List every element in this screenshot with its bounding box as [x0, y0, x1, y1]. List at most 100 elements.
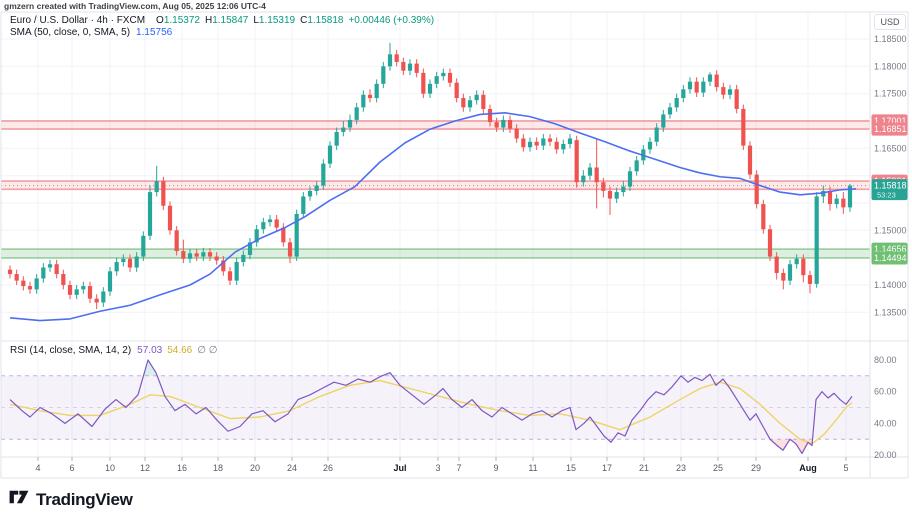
candle-body: [41, 267, 46, 279]
candle-body: [794, 258, 799, 265]
candle-body: [481, 94, 486, 109]
candle-body: [381, 66, 386, 84]
candle-body: [687, 81, 693, 90]
candle-body: [594, 167, 599, 183]
candle-body: [801, 258, 806, 276]
price-level-badge-text: 1.16851: [874, 124, 907, 134]
candle-body: [494, 122, 499, 128]
time-axis-label: 18: [213, 463, 223, 473]
tradingview-logo-icon: [8, 487, 30, 512]
candle-body: [147, 192, 153, 236]
candle-body: [341, 127, 346, 132]
candle-body: [634, 160, 639, 172]
candle-body: [441, 72, 446, 77]
price-axis-label: 1.14000: [874, 280, 907, 290]
candle-body: [241, 254, 246, 263]
low-value: 1.15319: [258, 15, 296, 26]
open-label: O: [156, 15, 164, 26]
candle-body: [267, 219, 273, 223]
candle-body: [287, 242, 293, 257]
candle-body: [561, 143, 566, 150]
candle-body: [727, 89, 733, 95]
time-axis-label: 21: [639, 463, 649, 473]
candle-body: [607, 190, 613, 199]
candle-body: [94, 298, 99, 303]
rsi-axis-label: 60.00: [874, 387, 897, 397]
candle-body: [554, 141, 559, 150]
rsi-hidden-values: ∅ ∅: [197, 345, 218, 356]
candle-body: [154, 181, 159, 193]
candle-body: [107, 271, 113, 292]
candle-body: [394, 54, 399, 62]
candle-body: [194, 253, 199, 257]
candle-body: [534, 141, 539, 146]
candle-body: [674, 98, 679, 108]
time-axis-label: 24: [287, 463, 297, 473]
time-axis-label: Aug: [799, 463, 817, 473]
time-axis[interactable]: 4 6 10 12 16 18 20 24 26 Jul 3 7 9 11 15 17 21 23 25 29 Aug 5: [35, 457, 849, 473]
candle-body: [161, 181, 166, 206]
time-axis-label: 29: [751, 463, 761, 473]
candle-body: [501, 119, 506, 128]
symbol-legend[interactable]: Euro / U.S. Dollar · 4h · FXCM O1.15372 H1…: [10, 15, 434, 26]
candle-body: [34, 278, 39, 290]
candle-body: [27, 286, 33, 290]
candle-body: [174, 230, 179, 252]
candle-body: [761, 204, 766, 230]
time-axis-label: 15: [566, 463, 576, 473]
candle-body: [127, 258, 133, 268]
candle-body: [807, 275, 813, 284]
supply-zone[interactable]: [1, 181, 870, 190]
candle-body: [567, 138, 573, 144]
candle-body: [214, 256, 219, 261]
candle-body: [367, 94, 373, 99]
candle-body: [407, 63, 413, 71]
time-axis-label: 10: [105, 463, 115, 473]
time-axis-label: 17: [602, 463, 612, 473]
high-value: 1.15847: [212, 15, 249, 26]
demand-zone[interactable]: [1, 249, 870, 258]
candle-body: [361, 94, 366, 108]
candle-body: [527, 141, 533, 148]
candle-body: [101, 291, 106, 303]
candle-body: [767, 229, 773, 257]
candle-body: [21, 280, 26, 287]
sma50-line: [9, 112, 857, 322]
chart-canvas[interactable]: 1.18500 1.18000 1.17500 1.16500 1.15000 1.140…: [0, 0, 912, 513]
candle-body: [601, 182, 606, 191]
candle-body: [67, 285, 73, 295]
candle-body: [514, 128, 519, 139]
candle-body: [461, 98, 466, 108]
sma-legend[interactable]: SMA (50, close, 0, SMA, 5) 1.15756: [10, 27, 172, 38]
candle-body: [454, 82, 459, 99]
open-value: 1.15372: [163, 15, 200, 26]
candle-body: [114, 262, 119, 272]
rsi-legend[interactable]: RSI (14, close, SMA, 14, 2) 57.03 54.66 ∅ ∅: [10, 345, 217, 356]
rsi-pane[interactable]: [1, 359, 870, 455]
candle-body: [701, 81, 706, 93]
time-axis-label: 3: [435, 463, 440, 473]
candle-body: [401, 61, 406, 71]
candle-body: [781, 272, 786, 281]
price-axis-label: 1.18500: [874, 34, 907, 44]
candle-body: [74, 289, 79, 295]
candle-body: [814, 196, 819, 284]
candle-body: [327, 145, 333, 164]
currency-label[interactable]: USD: [874, 14, 906, 30]
candle-body: [654, 127, 659, 142]
candle-body: [721, 87, 726, 95]
rsi-axis-label: 20.00: [874, 450, 897, 460]
candle-body: [14, 274, 19, 281]
candle-body: [547, 138, 553, 142]
tradingview-logo[interactable]: TradingView: [8, 487, 133, 512]
candle-body: [201, 252, 206, 257]
symbol-title: Euro / U.S. Dollar · 4h · FXCM: [10, 15, 146, 26]
candle-body: [774, 256, 779, 273]
candle-body: [467, 100, 473, 108]
zones: [1, 120, 870, 259]
time-axis-label: 12: [140, 463, 150, 473]
rsi-axis[interactable]: 80.00 60.00 40.00 20.00: [874, 355, 897, 460]
rsi-axis-label: 80.00: [874, 355, 897, 365]
time-axis-label: 20: [250, 463, 260, 473]
candle-body: [261, 222, 266, 230]
